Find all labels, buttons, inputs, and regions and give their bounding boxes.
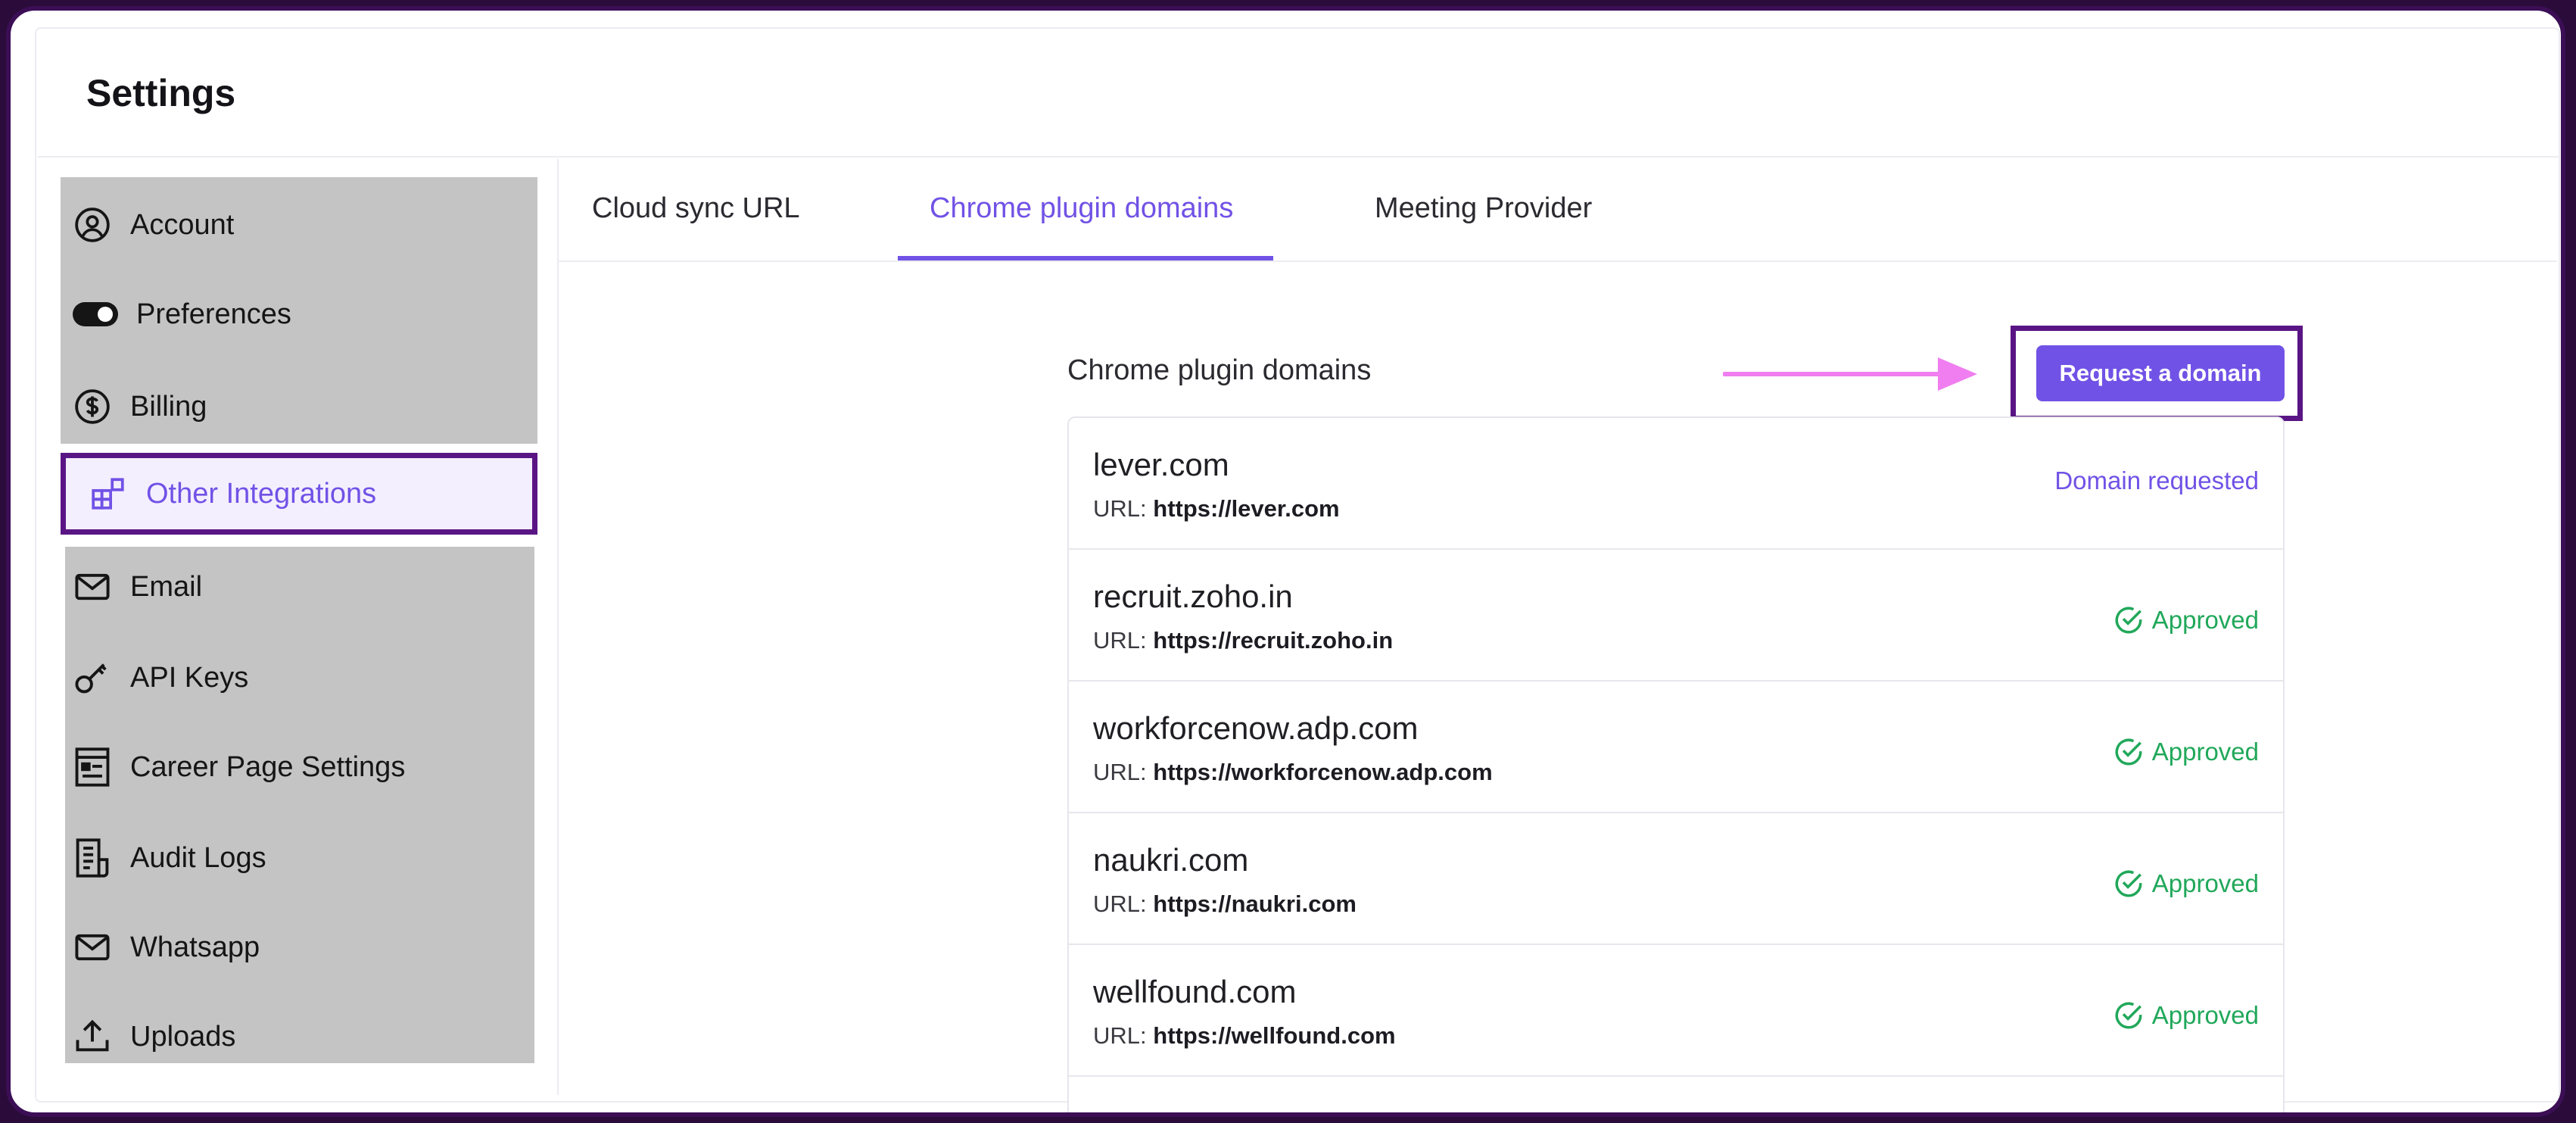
sidebar-item-audit-logs[interactable]: Audit Logs: [71, 824, 266, 892]
url-prefix: URL:: [1093, 759, 1147, 785]
list-item: workforcenow.adp.com URL: https://workfo…: [1069, 682, 2283, 813]
domain-url: URL: https://workforcenow.adp.com: [1093, 759, 1493, 786]
sidebar-item-api-keys[interactable]: API Keys: [71, 644, 248, 712]
sidebar-item-uploads[interactable]: Uploads: [71, 1003, 235, 1071]
section-title: Chrome plugin domains: [1067, 354, 1372, 386]
domains-list: lever.com URL: https://lever.com Domain …: [1067, 416, 2285, 1112]
list-item: lever.com URL: https://lever.com Domain …: [1069, 418, 2283, 550]
url-value: https://lever.com: [1153, 495, 1340, 522]
page-layout-icon: [71, 746, 114, 788]
status-text: Approved: [2151, 606, 2259, 634]
dollar-circle-icon: [71, 385, 114, 428]
check-circle-icon: [2115, 738, 2142, 766]
list-item: wellfound.com URL: https://wellfound.com…: [1069, 945, 2283, 1077]
window-frame: Settings Account Preferences Billing Oth…: [6, 6, 2565, 1117]
status-text: Approved: [2151, 1001, 2259, 1029]
domain-name: workforcenow.adp.com: [1093, 710, 1419, 746]
sidebar-item-label: Career Page Settings: [130, 750, 406, 783]
url-prefix: URL:: [1093, 495, 1147, 522]
sidebar-item-label: API Keys: [130, 661, 249, 694]
page-title: Settings: [86, 72, 236, 114]
url-value: https://workforcenow.adp.com: [1153, 759, 1493, 785]
sidebar-item-preferences[interactable]: Preferences: [71, 280, 291, 348]
sidebar-item-label: Email: [130, 570, 203, 603]
tab-meeting-provider[interactable]: Meeting Provider: [1375, 192, 1592, 225]
sidebar-item-label: Other Integrations: [146, 477, 377, 510]
mail-icon: [71, 566, 114, 608]
integrations-icon: [87, 473, 129, 515]
sidebar-group-bottom: [65, 547, 534, 1063]
url-prefix: URL:: [1093, 1022, 1147, 1049]
key-icon: [71, 657, 114, 699]
url-value: https://naukri.com: [1153, 891, 1357, 917]
domain-name: lever.com: [1093, 447, 1229, 482]
status-text: Approved: [2151, 738, 2259, 766]
domain-name: naukri.com: [1093, 842, 1249, 878]
status-badge: Approved: [2113, 604, 2259, 636]
url-value: https://wellfound.com: [1153, 1022, 1396, 1049]
list-item: naukri.com URL: https://naukri.com Appro…: [1069, 813, 2283, 945]
domain-url: URL: https://naukri.com: [1093, 891, 1357, 918]
sidebar-item-label: Billing: [130, 390, 207, 423]
upload-icon: [71, 1015, 114, 1058]
sidebar-item-billing[interactable]: Billing: [71, 373, 207, 441]
sidebar-item-account[interactable]: Account: [71, 191, 234, 259]
domain-name: wellfound.com: [1093, 974, 1297, 1009]
domain-name: recruit.zoho.in: [1093, 579, 1293, 614]
sidebar-item-whatsapp[interactable]: Whatsapp: [71, 913, 260, 981]
check-circle-icon: [2115, 607, 2142, 634]
tab-chrome-plugin-domains[interactable]: Chrome plugin domains: [930, 192, 1233, 225]
sidebar-divider: [557, 159, 559, 1095]
annotation-arrow-icon: [1723, 357, 1977, 391]
list-item: recruit.zoho.in URL: https://recruit.zoh…: [1069, 550, 2283, 682]
status-badge: Approved: [2113, 736, 2259, 768]
user-circle-icon: [71, 204, 114, 246]
header-divider: [38, 156, 2559, 158]
check-circle-icon: [2115, 870, 2142, 897]
url-prefix: URL:: [1093, 627, 1147, 654]
toggle-icon: [71, 293, 120, 335]
tab-cloud-sync-url[interactable]: Cloud sync URL: [592, 192, 800, 225]
status-text: Approved: [2151, 869, 2259, 897]
check-circle-icon: [2115, 1002, 2142, 1029]
status-badge: Domain requested: [2054, 466, 2259, 495]
sidebar-item-other-integrations[interactable]: Other Integrations: [61, 453, 537, 535]
sidebar-item-label: Uploads: [130, 1020, 236, 1053]
sidebar-item-label: Preferences: [136, 298, 291, 330]
sidebar-item-email[interactable]: Email: [71, 553, 202, 621]
tabs-divider: [559, 260, 2557, 262]
request-domain-button[interactable]: Request a domain: [2036, 345, 2285, 401]
sidebar-item-label: Account: [130, 208, 235, 241]
status-badge: Approved: [2113, 868, 2259, 900]
sidebar-item-label: Whatsapp: [130, 931, 260, 963]
sidebar-item-label: Audit Logs: [130, 841, 266, 874]
sidebar-item-career-page-settings[interactable]: Career Page Settings: [71, 733, 405, 801]
url-prefix: URL:: [1093, 891, 1147, 917]
status-badge: Approved: [2113, 1000, 2259, 1031]
status-text: Domain requested: [2054, 466, 2259, 494]
mail-icon: [71, 926, 114, 969]
domain-url: URL: https://lever.com: [1093, 495, 1340, 523]
domain-url: URL: https://recruit.zoho.in: [1093, 627, 1393, 654]
document-list-icon: [71, 837, 114, 879]
url-value: https://recruit.zoho.in: [1153, 627, 1394, 654]
domain-url: URL: https://wellfound.com: [1093, 1022, 1396, 1050]
